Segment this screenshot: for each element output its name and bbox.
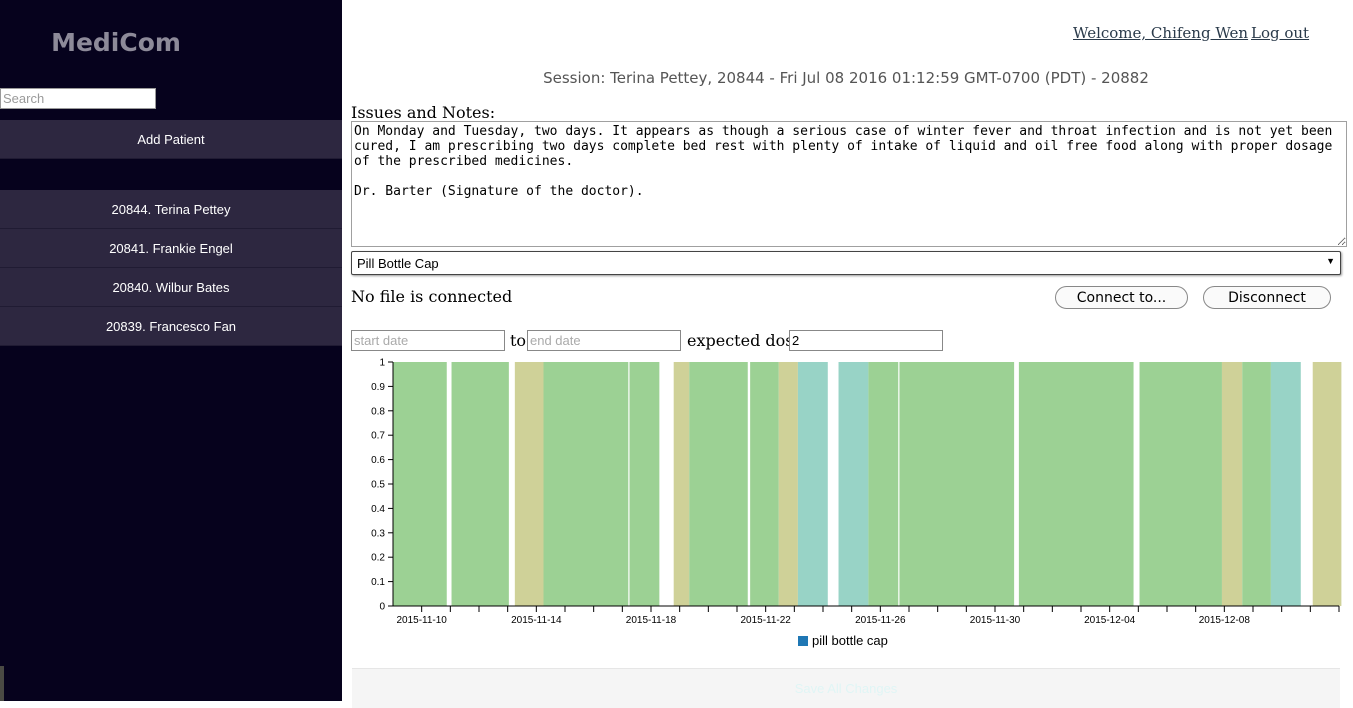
chart-bar: [393, 362, 447, 606]
welcome-link[interactable]: Welcome, Chifeng Wen: [1073, 24, 1248, 42]
y-tick-label: 1: [379, 358, 385, 369]
patient-list: 20844. Terina Pettey 20841. Frankie Enge…: [0, 190, 342, 346]
expected-dose-input[interactable]: [789, 330, 943, 351]
legend-swatch: [798, 635, 808, 646]
chart-bar: [451, 362, 509, 606]
triangle-down-icon: ▼: [1326, 256, 1335, 266]
expected-dose-label: expected dose: [687, 331, 803, 350]
y-tick-label: 0.5: [371, 480, 385, 491]
chart-bar: [797, 362, 828, 606]
chart-legend: pill bottle cap: [798, 633, 888, 648]
chart-bar: [1018, 362, 1134, 606]
corner-handle: [0, 666, 4, 701]
chart-bar: [629, 362, 660, 606]
main-panel: Welcome, Chifeng Wen Log out Session: Te…: [342, 0, 1353, 708]
y-tick-label: 0.4: [371, 504, 385, 515]
x-tick-label: 2015-11-26: [855, 615, 906, 626]
app-title: MediCom: [51, 28, 181, 57]
chart-bar: [514, 362, 544, 606]
save-all-button[interactable]: Save All Changes: [352, 668, 1340, 708]
legend-label: pill bottle cap: [812, 633, 888, 648]
chart-bar: [673, 362, 690, 606]
chart-bar: [1242, 362, 1271, 606]
sidebar: MediCom Add Patient 20844. Terina Pettey…: [0, 0, 342, 701]
x-tick-label: 2015-11-14: [511, 615, 562, 626]
y-tick-label: 0.8: [371, 406, 385, 417]
end-date-input[interactable]: [527, 330, 681, 351]
dose-chart: 0 0.1 0.2 0.3 0.4 0.5 0.6 0.7 0.8 0.9 1 2015-11-10 2…: [371, 358, 1342, 626]
chart-bar: [868, 362, 899, 606]
x-tick-label: 2015-11-18: [626, 615, 677, 626]
chart-bar: [899, 362, 1015, 606]
chart-bar: [689, 362, 748, 606]
x-tick-label: 2015-12-08: [1199, 615, 1251, 626]
chart-bar: [778, 362, 798, 606]
device-select-value: Pill Bottle Cap: [357, 255, 439, 271]
to-label: to: [510, 331, 527, 350]
y-tick-label: 0.7: [371, 431, 385, 442]
patient-list-item[interactable]: 20839. Francesco Fan: [0, 307, 342, 346]
y-tick-label: 0: [379, 602, 385, 613]
x-tick-label: 2015-11-10: [396, 615, 447, 626]
y-tick-label: 0.9: [371, 382, 385, 393]
chart-bar: [750, 362, 779, 606]
disconnect-button[interactable]: Disconnect: [1203, 286, 1331, 309]
start-date-input[interactable]: [351, 330, 505, 351]
chart-bar: [543, 362, 629, 606]
y-tick-label: 0.3: [371, 528, 385, 539]
y-tick-label: 0.6: [371, 455, 385, 466]
x-tick-label: 2015-11-30: [970, 615, 1021, 626]
chart-bar: [1270, 362, 1301, 606]
patient-list-item[interactable]: 20844. Terina Pettey: [0, 190, 342, 229]
y-tick-label: 0.2: [371, 553, 385, 564]
chart-bar: [1221, 362, 1243, 606]
patient-list-item[interactable]: 20841. Frankie Engel: [0, 229, 342, 268]
chart-bar: [1312, 362, 1342, 606]
y-tick-label: 0.1: [371, 577, 385, 588]
add-patient-button[interactable]: Add Patient: [0, 120, 342, 159]
chart-bar: [838, 362, 869, 606]
chart-bar: [1139, 362, 1222, 606]
search-input[interactable]: [0, 88, 156, 109]
x-tick-label: 2015-11-22: [740, 615, 791, 626]
x-tick-label: 2015-12-04: [1084, 615, 1136, 626]
session-info: Session: Terina Pettey, 20844 - Fri Jul …: [543, 69, 1149, 87]
logout-link[interactable]: Log out: [1251, 24, 1309, 42]
device-select[interactable]: Pill Bottle Cap ▼: [351, 251, 1341, 275]
notes-textarea[interactable]: [351, 121, 1347, 247]
patient-list-item[interactable]: 20840. Wilbur Bates: [0, 268, 342, 307]
file-status: No file is connected: [351, 287, 513, 306]
notes-label: Issues and Notes:: [351, 103, 496, 122]
connect-button[interactable]: Connect to...: [1055, 286, 1188, 309]
